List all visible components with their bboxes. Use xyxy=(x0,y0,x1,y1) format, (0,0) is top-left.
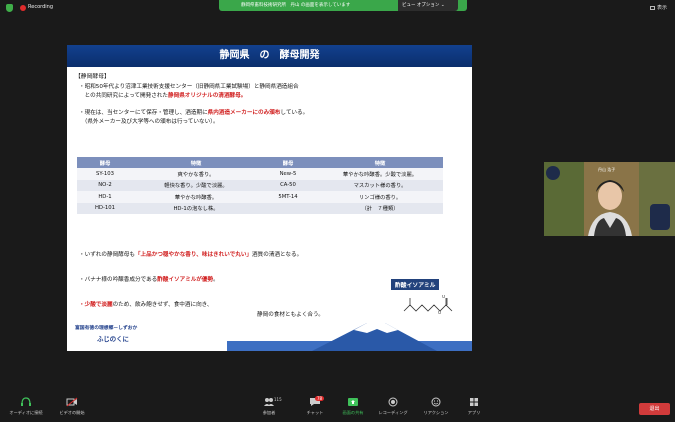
apps-icon xyxy=(470,398,478,406)
table-header: 特徴 xyxy=(317,157,443,168)
record-icon xyxy=(388,397,398,407)
table-cell: HD-1 xyxy=(77,191,133,203)
table-cell: New-5 xyxy=(259,168,317,180)
table-header: 酵母 xyxy=(259,157,317,168)
join-audio-button[interactable]: オーディオに接続 xyxy=(4,397,48,416)
view-options-button[interactable]: ビュー オプション ⌄ xyxy=(398,0,458,11)
bullet-1-highlight: 静岡県オリジナルの清酒酵母。 xyxy=(168,93,247,99)
view-toggle[interactable]: 表示 xyxy=(649,4,667,11)
bullet-3: ・いずれの静岡酵母も「上品かつ穏やかな香り、味はきれいで丸い」酒質の清酒となる。 xyxy=(79,251,302,260)
bullet-5-highlight: ・少酸で淡麗 xyxy=(79,302,113,308)
meeting-toolbar: オーディオに接続 ビデオの開始 参加者 115 チャット 78 画面の共有 レコ… xyxy=(0,394,675,422)
bullet-3-highlight: 「上品かつ穏やかな香り、味はきれいで丸い」 xyxy=(134,252,253,258)
share-screen-button[interactable]: 画面の共有 xyxy=(338,397,368,416)
recording-label: Recording xyxy=(28,4,54,10)
gallery-view-icon xyxy=(649,5,655,10)
view-label: 表示 xyxy=(656,5,667,11)
record-label: レコーディング xyxy=(378,410,408,415)
section-heading: 【静岡酵母】 xyxy=(75,74,110,80)
security-shield-icon[interactable] xyxy=(6,4,13,12)
bullet-2-highlight: 県内酒造メーカーにのみ頒布 xyxy=(207,110,281,116)
table-row: NO-2 軽快な香り。少酸で淡麗。 CA-50 マスカット様の香り。 xyxy=(77,179,443,191)
bullet-5: ・少酸で淡麗のため、飲み飽きせず、食中酒に向き、 xyxy=(79,301,212,310)
reactions-button[interactable]: リアクション xyxy=(418,397,454,416)
participants-label: 参加者 xyxy=(262,410,276,415)
top-bar: Recording 静岡県畜料技術研究所 丹山 の画面を表示しています ビュー … xyxy=(0,0,675,16)
table-cell: NO-2 xyxy=(77,179,133,191)
slide-title: 静岡県 の 酵母開発 xyxy=(67,45,472,67)
table-row: HD-101 HD-1の泡なし株。 （計 ７種類） xyxy=(77,202,443,214)
participant-video-frame xyxy=(544,162,675,236)
bullet-5-text: のため、飲み飽きせず、食中酒に向き、 xyxy=(112,302,213,308)
shared-slide: 静岡県 の 酵母開発 【静岡酵母】 ・昭和50年代より沼津工業技術支援センター（… xyxy=(67,45,472,351)
apps-button[interactable]: アプリ xyxy=(462,397,486,416)
bullet-2-text-end: している。 xyxy=(280,110,309,116)
apps-label: アプリ xyxy=(467,410,481,415)
table-cell: HD-101 xyxy=(77,202,133,214)
isoamyl-acetate-label: 酢酸イソアミル xyxy=(391,279,440,290)
participants-count: 115 xyxy=(274,397,282,402)
bullet-1-line-1: ・昭和50年代より沼津工業技術支援センター（旧静岡県工業試験場）と静岡県酒造組合 xyxy=(79,84,299,90)
bullet-3-text: ・いずれの静岡酵母も xyxy=(79,252,135,258)
table-cell: HD-1の泡なし株。 xyxy=(133,202,259,214)
table-cell: マスカット様の香り。 xyxy=(317,179,443,191)
table-row: HD-1 華やかな吟醸香。 5MT-14 リンゴ様の香り。 xyxy=(77,191,443,203)
chat-unread-badge: 78 xyxy=(315,396,325,401)
table-cell: CA-50 xyxy=(259,179,317,191)
smiley-icon xyxy=(431,397,441,407)
bullet-4: ・バナナ様の吟醸香成分である酢酸イソアミルが優勢。 xyxy=(79,276,219,285)
recording-icon xyxy=(20,5,26,11)
table-cell: 軽快な香り。少酸で淡麗。 xyxy=(133,179,259,191)
table-cell: 華やかな吟醸香。 xyxy=(133,191,259,203)
svg-text:O: O xyxy=(442,295,445,299)
video-off-icon xyxy=(66,397,78,407)
headphones-icon xyxy=(21,397,31,406)
table-cell: 5MT-14 xyxy=(259,191,317,203)
table-cell: （計 ７種類） xyxy=(317,202,443,214)
bullet-4-text-end: 。 xyxy=(213,277,219,283)
chat-label: チャット xyxy=(306,410,324,415)
table-row: SY-103 爽やかな香り。 New-5 華やかな吟醸香。少酸で淡麗。 xyxy=(77,168,443,180)
table-header: 特徴 xyxy=(133,157,259,168)
bullet-1-text: との共同研究によって開発された xyxy=(79,93,168,99)
prefecture-slogan: 富国有徳の理想郷－しずおか xyxy=(75,326,138,331)
bullet-3-text-end: 酒質の清酒となる。 xyxy=(252,252,303,258)
bullet-2-line-1: ・現在は、当センターにて保存・管理し、酒造期に県内酒造メーカーにのみ頒布している… xyxy=(79,109,308,118)
table-cell: リンゴ様の香り。 xyxy=(317,191,443,203)
fuji-no-kuni-logo: ふじのくに xyxy=(97,335,129,343)
leave-button[interactable]: 退出 xyxy=(639,403,670,415)
bullet-2-text: ・現在は、当センターにて保存・管理し、酒造期に xyxy=(79,110,208,116)
start-video-button[interactable]: ビデオの開始 xyxy=(54,397,90,416)
table-cell: SY-103 xyxy=(77,168,133,180)
yeast-table: 酵母 特徴 酵母 特徴 SY-103 爽やかな香り。 New-5 華やかな吟醸香… xyxy=(77,157,443,214)
table-cell xyxy=(259,202,317,214)
participant-video[interactable]: 丹山 浩子 xyxy=(544,162,675,236)
bullet-1-line-2: との共同研究によって開発された静岡県オリジナルの清酒酵母。 xyxy=(79,92,247,101)
participant-name: 丹山 浩子 xyxy=(598,167,616,172)
mount-fuji-banner xyxy=(67,323,472,351)
table-header-row: 酵母 特徴 酵母 特徴 xyxy=(77,157,443,168)
table-cell: 華やかな吟醸香。少酸で淡麗。 xyxy=(317,168,443,180)
bullet-4-highlight: 酢酸イソアミルが優勢 xyxy=(157,277,214,283)
share-screen-label: 画面の共有 xyxy=(342,410,364,415)
start-video-label: ビデオの開始 xyxy=(59,410,85,415)
table-header: 酵母 xyxy=(77,157,133,168)
bullet-4-text: ・バナナ様の吟醸香成分である xyxy=(79,277,158,283)
reactions-label: リアクション xyxy=(423,410,449,415)
table-cell: 爽やかな香り。 xyxy=(133,168,259,180)
bullet-2-line-2: （県外メーカー及び大学等への頒布は行っていない）。 xyxy=(79,119,219,125)
join-audio-label: オーディオに接続 xyxy=(9,410,43,415)
share-screen-icon xyxy=(348,398,358,406)
record-button[interactable]: レコーディング xyxy=(374,397,412,416)
